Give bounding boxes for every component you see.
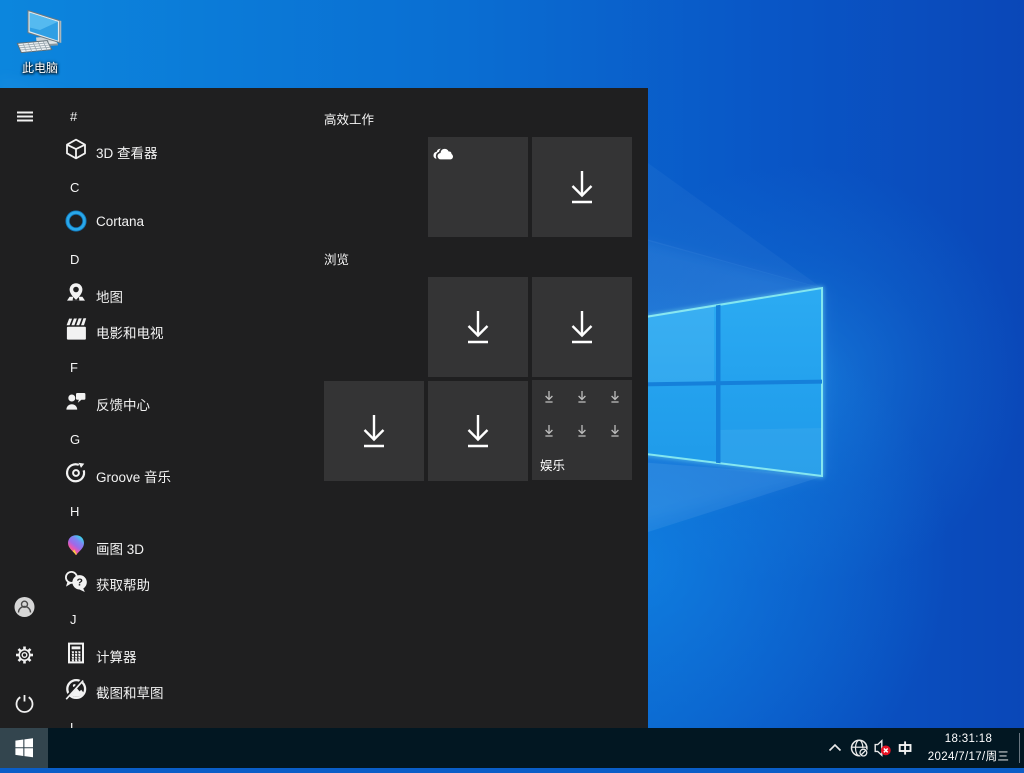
svg-text:?: ?	[76, 577, 82, 589]
